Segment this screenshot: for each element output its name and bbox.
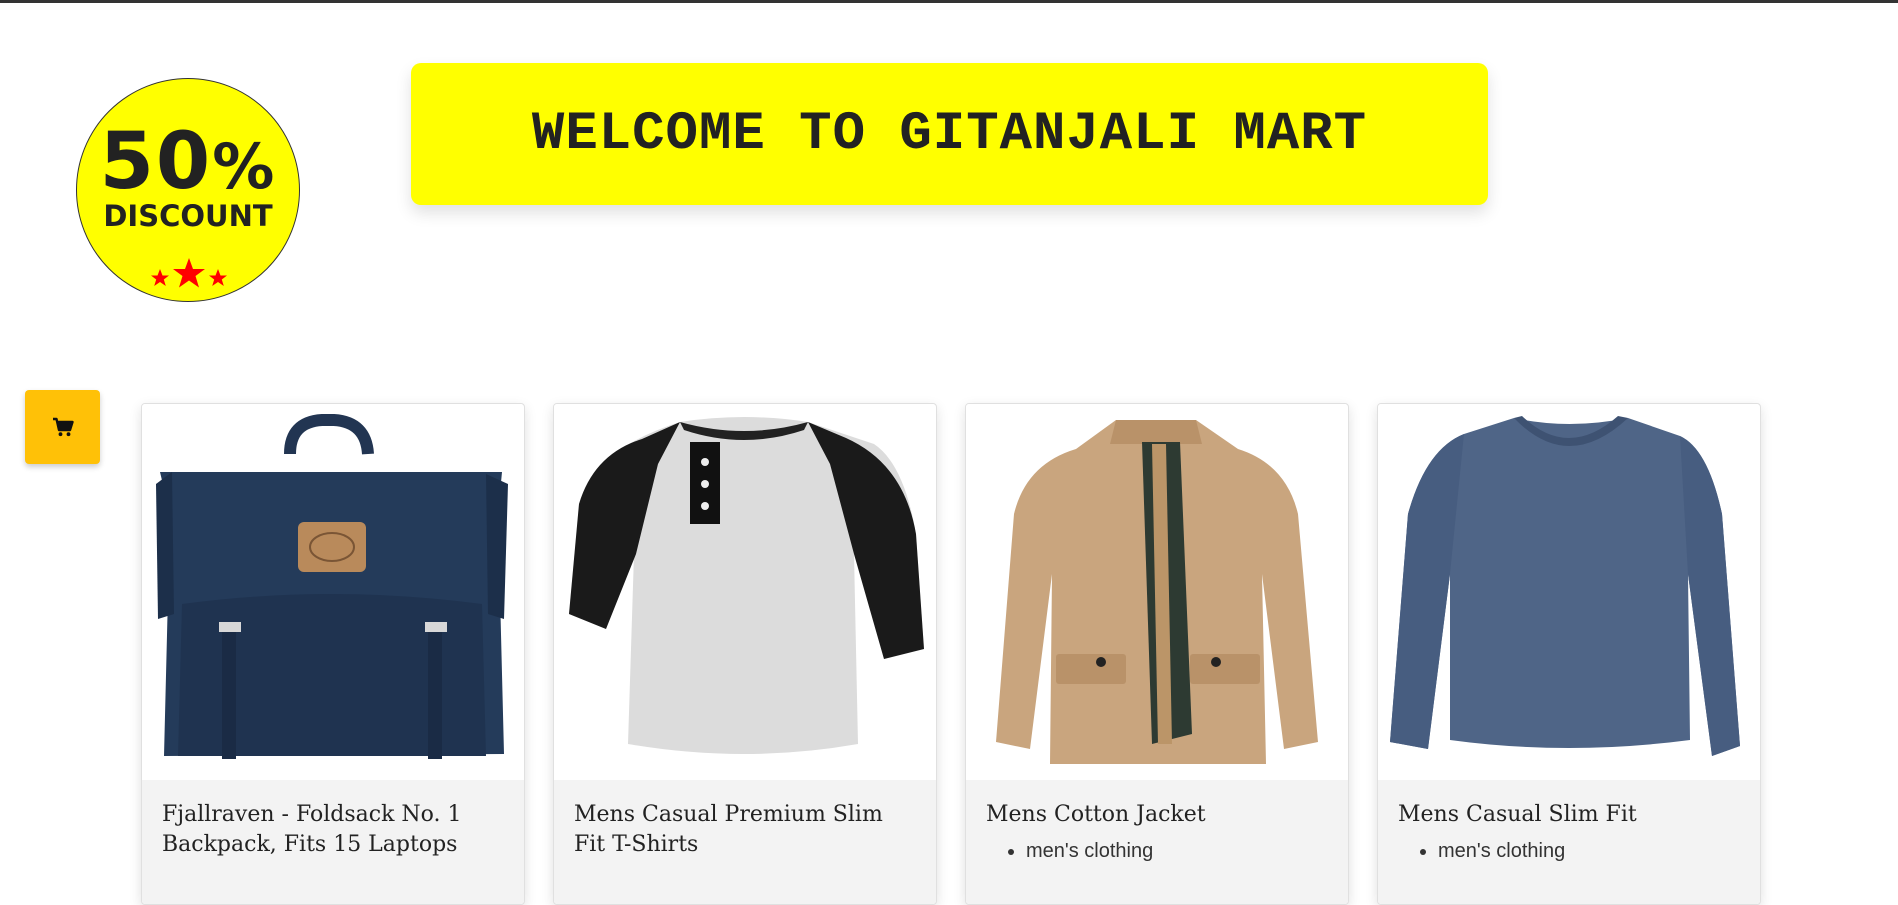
category-item: men's clothing <box>1026 838 1330 864</box>
product-card[interactable]: Fjallraven - Foldsack No. 1 Backpack, Fi… <box>141 403 525 905</box>
cart-button[interactable] <box>25 390 100 464</box>
discount-badge: 50% DISCOUNT <box>76 78 300 302</box>
discount-percent: 50% <box>77 123 299 206</box>
category-item: men's clothing <box>1438 838 1742 864</box>
category-list: men's clothing <box>986 838 1330 864</box>
backpack-image[interactable] <box>142 404 522 780</box>
category-list: men's clothing <box>1398 838 1742 864</box>
long-sleeve-tee-image[interactable] <box>1378 404 1758 780</box>
welcome-banner: WELCOME TO GITANJALI MART <box>411 63 1488 205</box>
percent-sign: % <box>212 130 277 203</box>
card-body: Mens Casual Slim Fit men's clothing <box>1378 780 1760 904</box>
card-body: Mens Cotton Jacket men's clothing <box>966 780 1348 904</box>
top-border <box>0 0 1898 3</box>
card-body: Fjallraven - Foldsack No. 1 Backpack, Fi… <box>142 780 524 904</box>
product-title: Mens Casual Premium Slim Fit T-Shirts <box>574 802 883 857</box>
stars-icon <box>151 258 227 288</box>
product-title: Mens Cotton Jacket <box>986 802 1206 827</box>
cart-icon <box>52 417 74 437</box>
card-body: Mens Casual Premium Slim Fit T-Shirts <box>554 780 936 904</box>
discount-number: 50 <box>99 117 213 207</box>
product-card[interactable]: Mens Cotton Jacket men's clothing <box>965 403 1349 905</box>
discount-label: DISCOUNT <box>103 199 273 233</box>
welcome-title: WELCOME TO GITANJALI MART <box>531 103 1368 165</box>
jacket-image[interactable] <box>966 404 1346 780</box>
tshirt-image[interactable] <box>554 404 934 780</box>
product-title: Fjallraven - Foldsack No. 1 Backpack, Fi… <box>162 802 462 857</box>
product-card[interactable]: Mens Casual Slim Fit men's clothing <box>1377 403 1761 905</box>
product-card[interactable]: Mens Casual Premium Slim Fit T-Shirts <box>553 403 937 905</box>
product-title: Mens Casual Slim Fit <box>1398 802 1637 827</box>
